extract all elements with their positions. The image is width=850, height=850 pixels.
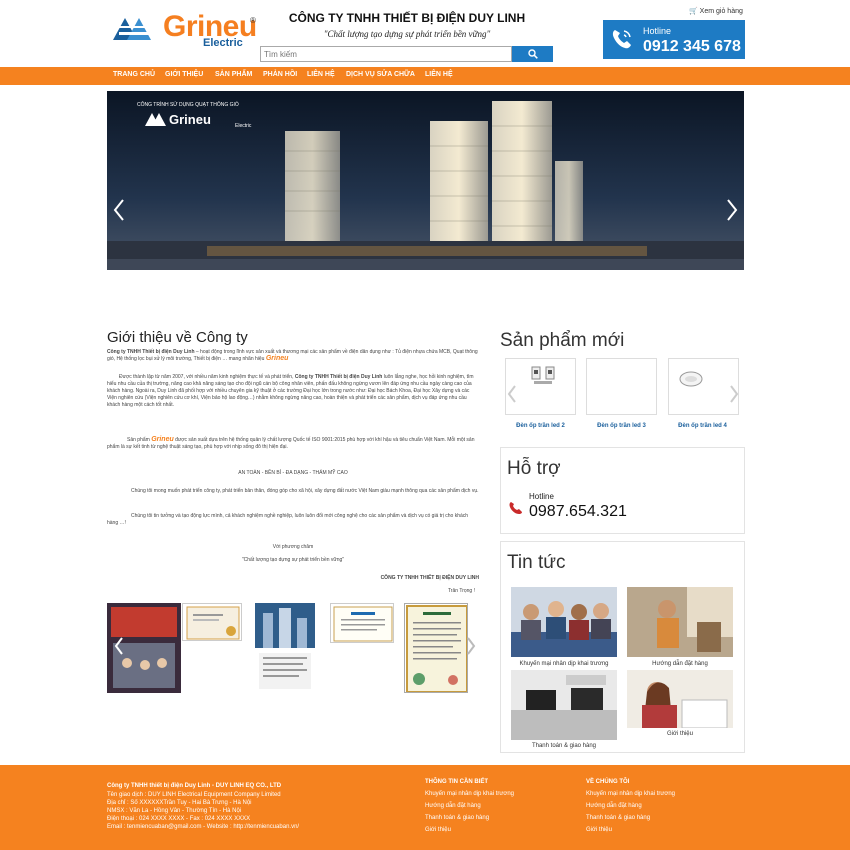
search-input[interactable] <box>260 46 512 62</box>
product-name[interactable]: Đèn ốp trần led 3 <box>584 423 659 429</box>
footer-info-link[interactable]: Giới thiệu <box>425 827 451 833</box>
products-prev-arrow-icon[interactable] <box>507 384 517 404</box>
product-name[interactable]: Đèn ốp trần led 2 <box>503 423 578 429</box>
search-button[interactable] <box>512 46 553 62</box>
nav-item-feedback[interactable]: PHẢN HỒI <box>263 71 297 78</box>
certificate-image[interactable] <box>330 603 394 643</box>
intro-signature-company: CÔNG TY TNHH THIẾT BỊ ĐIỆN DUY LINH <box>380 575 479 581</box>
nav-item-repair-service[interactable]: DỊCH VỤ SỬA CHỮA <box>346 71 415 78</box>
nav-item-contact-2[interactable]: LIÊN HỆ <box>425 71 453 78</box>
intro-closing-2: "Chất lượng tạo dựng sự phát triển bền v… <box>241 557 345 563</box>
news-caption[interactable]: Hướng dẫn đặt hàng <box>625 661 735 667</box>
intro-p3-brand: Grineu <box>151 436 174 443</box>
hotline-number[interactable]: 0912 345 678 <box>643 38 741 56</box>
certificate-image[interactable] <box>404 603 468 693</box>
cart-label: Xem giỏ hàng <box>699 8 743 15</box>
footer-about-link[interactable]: Khuyến mại nhân dịp khai trương <box>586 791 675 797</box>
intro-brand: Grineu <box>265 354 289 362</box>
cert-prev-arrow-icon[interactable] <box>114 636 124 656</box>
intro-signature-regards: Trân Trọng ! <box>447 588 475 594</box>
footer-company-line: Điện thoại : 024 XXXX XXXX - Fax : 024 X… <box>107 816 251 822</box>
footer-about-link[interactable]: Giới thiệu <box>586 827 612 833</box>
intro-paragraph-2: Được thành lập từ năm 2007, với nhiều nă… <box>107 374 479 409</box>
support-hotline-number[interactable]: 0987.654.321 <box>529 503 627 521</box>
hero-slider[interactable]: CÔNG TRÌNH SỬ DỤNG QUẠT THÔNG GIÓ Grineu… <box>107 91 744 270</box>
footer-company-line: Địa chỉ : Số XXXXXXTrần Tuy - Hai Bà Trư… <box>107 800 252 806</box>
footer-info-title: THÔNG TIN CẦN BIẾT <box>425 779 488 785</box>
footer-info-link[interactable]: Khuyến mại nhân dịp khai trương <box>425 791 514 797</box>
nav-item-products[interactable]: SẢN PHẨM <box>215 71 252 78</box>
intro-paragraph-5: Chúng tôi tin tưởng và tạo động lực mình… <box>107 513 469 526</box>
news-image[interactable] <box>627 670 733 728</box>
slider-next-arrow-icon[interactable] <box>726 198 738 222</box>
cert-next-arrow-icon[interactable] <box>466 636 476 656</box>
hotline-label: Hotline <box>643 26 672 36</box>
intro-title: Giới thiệu về Công ty <box>107 329 248 346</box>
company-name: CÔNG TY TNHH THIẾT BỊ ĐIỆN DUY LINH <box>288 11 526 25</box>
intro-paragraph-3: Sản phẩm Grineu được sản xuất dựa trên h… <box>107 436 479 451</box>
footer-info-link[interactable]: Hướng dẫn đặt hàng <box>425 803 481 809</box>
footer-company-line: Email : tenmiencuaban@gmail.com - Websit… <box>107 824 300 830</box>
intro-p2-bold: Công ty TNHH Thiết bị điện Duy Linh <box>294 374 383 380</box>
slider-prev-arrow-icon[interactable] <box>113 198 125 222</box>
footer-company-line: Công ty TNHH thiết bị điện Duy Linh - DU… <box>107 783 282 789</box>
news-image[interactable] <box>627 587 733 657</box>
news-title: Tin tức <box>507 552 566 573</box>
footer-company-line: Tên giao dịch : DUY LINH Electrical Equi… <box>107 792 281 798</box>
new-products-title: Sản phẩm mới <box>500 330 625 351</box>
logo-icon <box>113 18 157 40</box>
support-title: Hỗ trợ <box>507 458 561 479</box>
nav-item-about[interactable]: GIỚI THIỆU <box>165 71 203 78</box>
cart-icon: 🛒 <box>689 8 698 15</box>
nav-item-contact[interactable]: LIÊN HỆ <box>307 71 335 78</box>
hero-image: CÔNG TRÌNH SỬ DỤNG QUẠT THÔNG GIÓ Grineu… <box>107 91 744 270</box>
certificate-image[interactable] <box>182 603 242 641</box>
intro-company-bold: Công ty TNHH Thiết bị điện Duy Linh <box>107 349 195 355</box>
cart-link[interactable]: 🛒 Xem giỏ hàng <box>689 7 743 15</box>
company-slogan: "Chất lượng tạo dựng sự phát triển bền v… <box>323 29 491 39</box>
phone-icon <box>509 502 522 514</box>
hero-caption: CÔNG TRÌNH SỬ DỤNG QUẠT THÔNG GIÓ <box>137 101 239 108</box>
logo-registered-mark: ® <box>250 16 256 25</box>
footer-company-line: NMSX : Văn La - Hồng Vân - Thường Tín - … <box>107 808 242 814</box>
hero-brand-sub: Electric <box>235 123 252 129</box>
certificate-image[interactable] <box>255 603 315 693</box>
intro-paragraph-1: Công ty TNHH Thiết bị điện Duy Linh – ho… <box>107 349 479 363</box>
hero-brand: Grineu <box>169 112 211 127</box>
footer-about-title: VỀ CHÚNG TÔI <box>586 779 630 785</box>
news-caption[interactable]: Thanh toán & giao hàng <box>509 743 619 749</box>
logo-subtext: Electric <box>203 37 243 49</box>
search-icon <box>527 49 538 59</box>
intro-p2-a: Được thành lập từ năm 2007, với nhiều nă… <box>119 374 295 380</box>
product-name[interactable]: Đèn ốp trần led 4 <box>665 423 740 429</box>
news-image[interactable] <box>511 670 617 740</box>
news-caption[interactable]: Giới thiệu <box>625 731 735 737</box>
footer-about-link[interactable]: Hướng dẫn đặt hàng <box>586 803 642 809</box>
footer-about-link[interactable]: Thanh toán & giao hàng <box>586 815 650 821</box>
news-caption[interactable]: Khuyến mại nhân dịp khai trương <box>509 661 619 667</box>
intro-closing-1: Với phương châm <box>272 544 314 550</box>
news-image[interactable] <box>511 587 617 657</box>
intro-motto: AN TOÀN - BỀN BỈ - ĐA DẠNG - THẨM MỸ CAO <box>238 470 348 476</box>
product-card[interactable] <box>586 358 657 415</box>
footer-info-link[interactable]: Thanh toán & giao hàng <box>425 815 489 821</box>
support-hotline-label: Hotline <box>529 492 554 501</box>
intro-paragraph-4: Chúng tôi mong muốn phát triển công ty, … <box>131 488 479 494</box>
products-next-arrow-icon[interactable] <box>729 384 739 404</box>
nav-item-home[interactable]: TRANG CHỦ <box>113 71 155 78</box>
intro-p3-a: Sản phẩm <box>127 437 152 443</box>
phone-icon <box>612 30 631 49</box>
